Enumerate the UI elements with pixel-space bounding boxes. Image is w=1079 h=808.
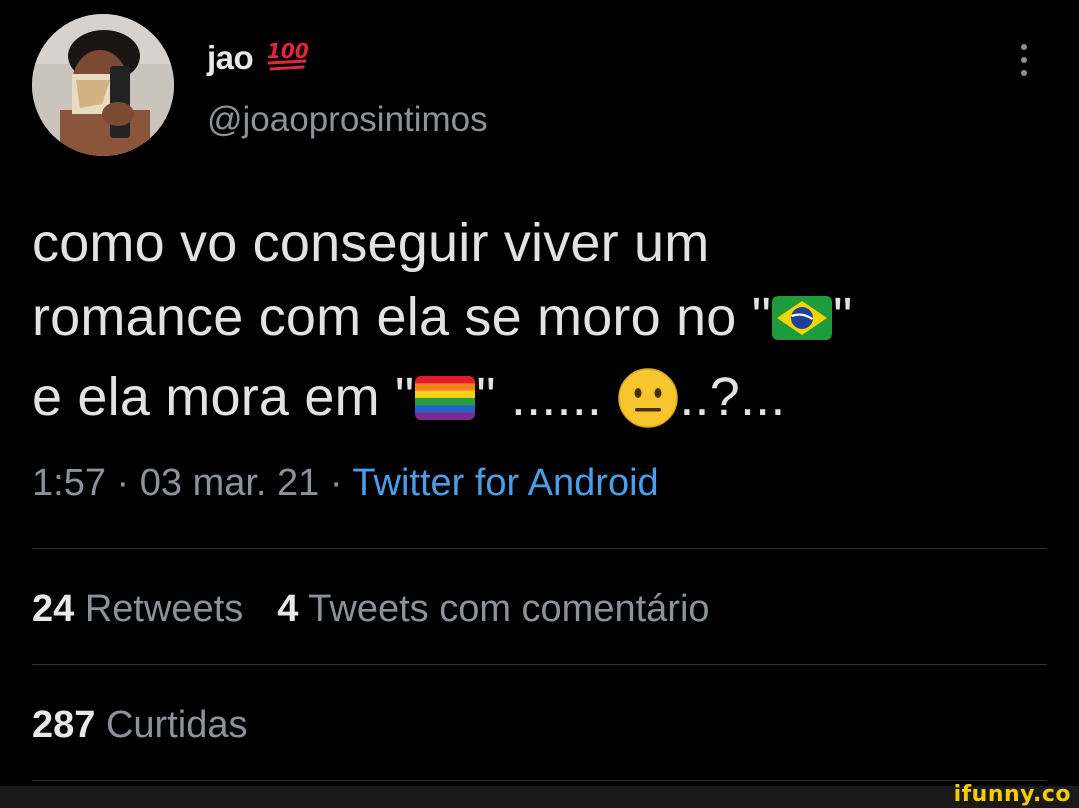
tweet-meta: 1:57 · 03 mar. 21 · Twitter for Android (32, 462, 659, 505)
tweet-line-3-text: e ela mora em " (32, 367, 415, 427)
tweet-line-3: e ela mora em " " ...... ..?... (32, 360, 1062, 440)
quotes-stat[interactable]: 4 Tweets com comentário (277, 588, 709, 630)
retweets-count: 24 (32, 588, 75, 630)
meta-separator: · (105, 462, 140, 504)
more-options-icon[interactable] (1016, 42, 1032, 78)
tweet-line-3-end: ..?... (679, 367, 786, 427)
avatar[interactable] (32, 14, 174, 156)
likes-label: Curtidas (105, 704, 248, 746)
tweet-date: 03 mar. 21 (139, 462, 320, 504)
retweets-stat[interactable]: 24 Retweets (32, 588, 243, 630)
tweet-source-link[interactable]: Twitter for Android (352, 462, 658, 504)
likes-stat[interactable]: 287 Curtidas (32, 704, 247, 746)
meta-separator: · (319, 462, 353, 504)
divider (32, 780, 1047, 781)
hundred-points-icon: 100 (265, 38, 309, 77)
quotes-label: Tweets com comentário (308, 588, 710, 630)
rainbow-flag-icon (414, 366, 476, 440)
engagement-stats-row: 24 Retweets 4 Tweets com comentário (32, 588, 710, 631)
neutral-face-icon (617, 366, 679, 440)
likes-stats-row: 287 Curtidas (32, 704, 247, 747)
brazil-flag-icon (771, 286, 833, 360)
ifunny-watermark: ifunny.co (953, 782, 1071, 807)
tweet-time: 1:57 (32, 462, 106, 504)
quotes-count: 4 (277, 588, 299, 630)
watermark-bar (0, 786, 1079, 808)
tweet-line-2: romance com ela se moro no " " (32, 280, 1062, 360)
retweets-label: Retweets (84, 588, 244, 630)
svg-text:100: 100 (267, 39, 309, 63)
tweet-text: como vo conseguir viver um romance com e… (32, 206, 1062, 440)
divider (32, 548, 1047, 549)
likes-count: 287 (32, 704, 96, 746)
tweet-line-3-middle: " ...... (476, 367, 618, 427)
tweet-line-2-close-quote: " (833, 287, 853, 347)
author-handle[interactable]: @joaoprosintimos (207, 100, 488, 140)
tweet-line-1: como vo conseguir viver um (32, 213, 710, 273)
divider (32, 664, 1047, 665)
author-name-row[interactable]: jao 100 (207, 38, 309, 77)
display-name[interactable]: jao (207, 39, 254, 77)
tweet-line-2-text: romance com ela se moro no " (32, 287, 772, 347)
